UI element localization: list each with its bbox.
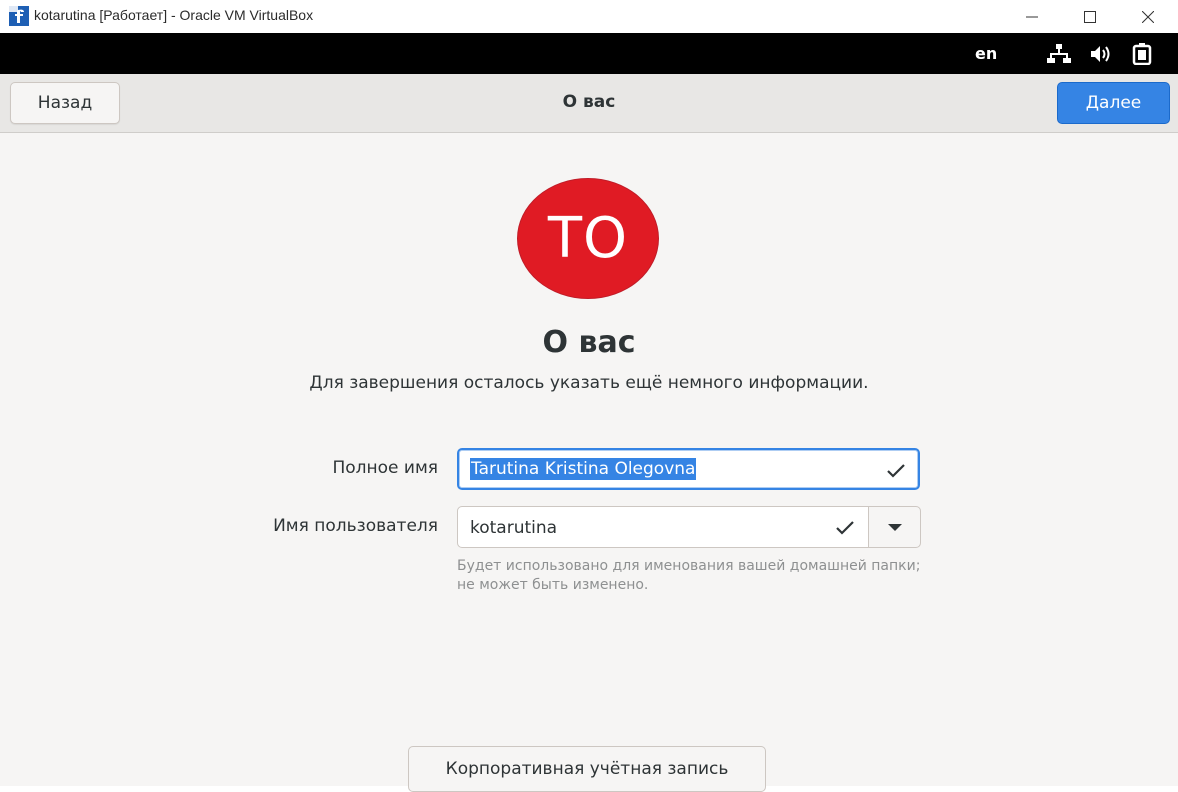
window-titlebar: kotarutina [Работает] - Oracle VM Virtua…	[0, 0, 1178, 33]
avatar-initials: ТО	[547, 206, 629, 271]
window-title: kotarutina [Работает] - Oracle VM Virtua…	[34, 7, 314, 23]
username-field[interactable]: kotarutina	[457, 506, 869, 548]
close-button[interactable]	[1125, 0, 1171, 33]
fullname-value: Tarutina Kristina Olegovna	[470, 458, 697, 480]
page-subtitle: Для завершения осталось указать ещё немн…	[309, 373, 869, 393]
maximize-button[interactable]	[1067, 0, 1113, 33]
volume-icon[interactable]	[1089, 43, 1113, 65]
page-heading: О вас	[542, 325, 636, 360]
avatar[interactable]: ТО	[517, 178, 659, 299]
virtualbox-app-icon	[9, 6, 29, 26]
fullname-field[interactable]: Tarutina Kristina Olegovna	[457, 448, 920, 490]
fullname-label: Полное имя	[332, 458, 438, 478]
header-bar: Назад О вас Далее	[0, 74, 1178, 133]
header-title: О вас	[562, 92, 616, 112]
network-icon[interactable]	[1047, 43, 1071, 65]
maximize-icon	[1084, 10, 1096, 23]
enterprise-login-label: Корпоративная учётная запись	[445, 759, 729, 779]
minimize-button[interactable]	[1009, 0, 1055, 33]
valid-check-icon	[887, 464, 905, 478]
valid-check-icon	[836, 521, 854, 535]
main-content: ТО О вас Для завершения осталось указать…	[0, 133, 1178, 792]
minimize-icon	[1026, 16, 1038, 17]
enterprise-login-button[interactable]: Корпоративная учётная запись	[408, 746, 766, 792]
next-button[interactable]: Далее	[1057, 82, 1170, 124]
close-icon	[1142, 10, 1154, 23]
username-value: kotarutina	[470, 518, 558, 538]
username-label: Имя пользователя	[273, 516, 438, 536]
chevron-down-icon	[887, 524, 902, 531]
next-button-label: Далее	[1085, 93, 1142, 113]
system-top-bar: en	[0, 33, 1178, 74]
username-hint: Будет использовано для именования вашей …	[457, 558, 921, 593]
keyboard-layout-indicator[interactable]: en	[975, 44, 997, 63]
username-dropdown-button[interactable]	[868, 506, 921, 548]
battery-icon[interactable]	[1130, 43, 1154, 65]
